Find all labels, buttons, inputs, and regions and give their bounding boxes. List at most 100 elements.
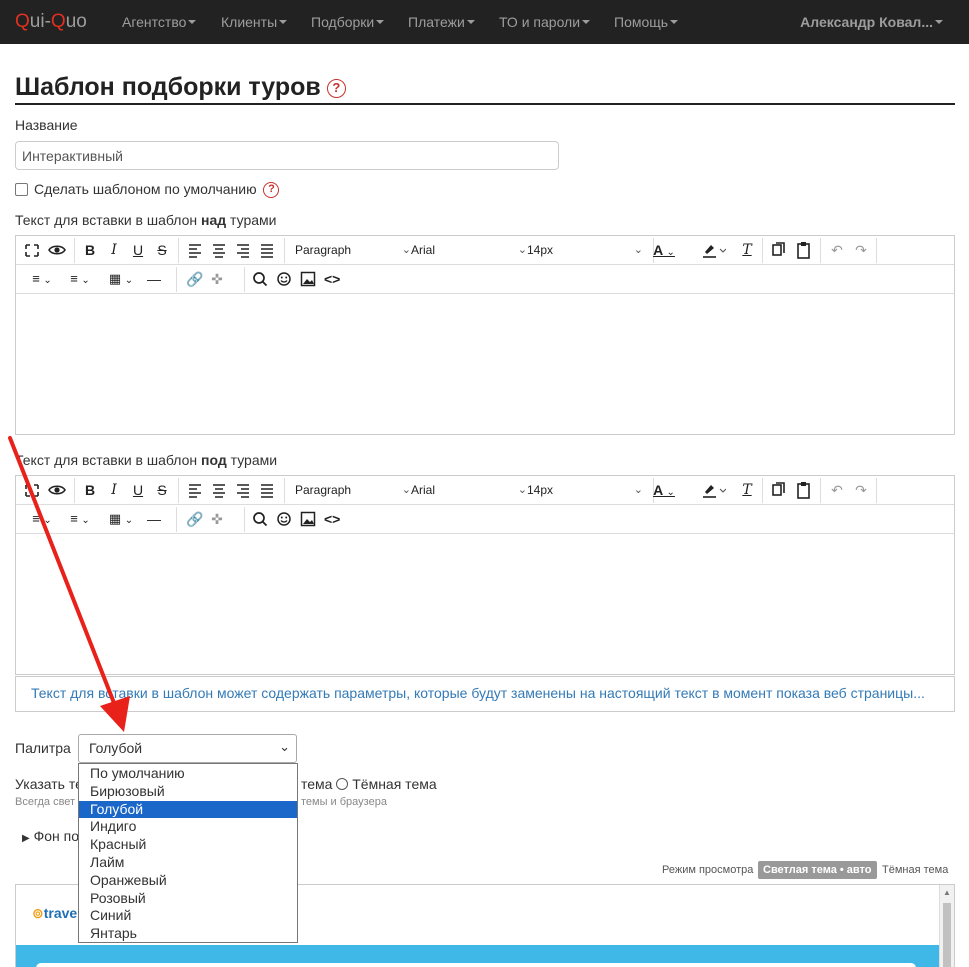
strikethrough-icon[interactable]: S	[155, 481, 169, 499]
unlink-icon[interactable]: ✜	[208, 510, 226, 528]
emoji-icon[interactable]	[276, 270, 292, 288]
font-size-select[interactable]: 14px ⌄	[527, 481, 643, 499]
light-theme-auto-button[interactable]: Светлая тема • авто	[758, 861, 877, 879]
palette-option[interactable]: Индиго	[79, 818, 297, 836]
align-center-icon[interactable]	[212, 241, 226, 259]
preview-icon[interactable]	[48, 241, 66, 259]
italic-icon[interactable]: I	[107, 481, 121, 499]
bullet-list-icon[interactable]: ≡ ⌄	[63, 270, 97, 288]
paste-icon[interactable]	[796, 241, 812, 259]
editor-content-area[interactable]	[16, 294, 954, 434]
default-template-checkbox[interactable]	[15, 183, 28, 196]
palette-option[interactable]: Голубой	[79, 800, 297, 819]
link-icon[interactable]: 🔗	[186, 510, 204, 528]
numbered-list-icon[interactable]: ≡ ⌄	[25, 270, 59, 288]
caret-down-icon	[935, 20, 943, 24]
align-center-icon[interactable]	[212, 481, 226, 499]
text-color-icon[interactable]: A ⌄	[649, 241, 679, 259]
copy-icon[interactable]	[772, 481, 786, 499]
align-right-icon[interactable]	[236, 481, 250, 499]
align-right-icon[interactable]	[236, 241, 250, 259]
editor-content-area[interactable]	[16, 534, 954, 674]
default-template-checkbox-row[interactable]: Сделать шаблоном по умолчанию ?	[15, 181, 280, 199]
font-family-select[interactable]: Arial ⌄	[411, 241, 527, 259]
palette-option[interactable]: Красный	[79, 836, 297, 854]
palette-option[interactable]: Синий	[79, 907, 297, 925]
palette-option[interactable]: Розовый	[79, 890, 297, 908]
help-icon[interactable]: ?	[326, 79, 346, 98]
table-icon[interactable]: ▦ ⌄	[104, 510, 138, 528]
image-icon[interactable]	[300, 270, 316, 288]
palette-select[interactable]: Голубой ⌄	[78, 734, 297, 763]
justify-icon[interactable]	[260, 241, 274, 259]
template-name-input[interactable]	[15, 141, 559, 170]
palette-option[interactable]: Лайм	[79, 854, 297, 872]
emoji-icon[interactable]	[276, 510, 292, 528]
underline-icon[interactable]: U	[131, 481, 145, 499]
link-icon[interactable]: 🔗	[186, 270, 204, 288]
block-format-select[interactable]: Paragraph ⌄	[295, 241, 411, 259]
clear-format-icon[interactable]: T	[740, 481, 754, 499]
highlight-icon[interactable]	[702, 241, 726, 259]
search-icon[interactable]	[252, 510, 268, 528]
dark-theme-radio[interactable]	[336, 778, 349, 790]
strikethrough-icon[interactable]: S	[155, 241, 169, 259]
preview-scrollbar[interactable]: ▲	[939, 885, 954, 967]
nav-agency[interactable]: Агентство	[122, 14, 197, 30]
text-color-icon[interactable]: A ⌄	[649, 481, 679, 499]
scrollbar-thumb[interactable]	[943, 903, 951, 967]
source-code-icon[interactable]: <>	[324, 270, 340, 288]
caret-down-icon	[376, 20, 385, 24]
font-family-select[interactable]: Arial ⌄	[411, 481, 527, 499]
preview-icon[interactable]	[48, 481, 66, 499]
help-icon[interactable]: ?	[263, 182, 280, 199]
nav-clients[interactable]: Клиенты	[221, 14, 288, 30]
clear-format-icon[interactable]: T	[740, 241, 754, 259]
scroll-up-icon[interactable]: ▲	[943, 888, 951, 897]
underline-icon[interactable]: U	[131, 241, 145, 259]
justify-icon[interactable]	[260, 481, 274, 499]
align-left-icon[interactable]	[188, 481, 202, 499]
nav-selections[interactable]: Подборки	[311, 14, 385, 30]
brand-logo[interactable]: Qui-Quo	[15, 11, 87, 33]
palette-option[interactable]: По умолчанию	[79, 765, 297, 783]
palette-option[interactable]: Бирюзовый	[79, 783, 297, 801]
image-icon[interactable]	[300, 510, 316, 528]
unlink-icon[interactable]: ✜	[208, 270, 226, 288]
table-icon[interactable]: ▦ ⌄	[104, 270, 138, 288]
template-params-info[interactable]: Текст для вставки в шаблон может содержа…	[15, 676, 955, 712]
background-toggle[interactable]: ▶ Фон по	[22, 828, 79, 844]
horizontal-line-icon[interactable]: —	[146, 510, 162, 528]
bold-icon[interactable]: B	[83, 481, 97, 499]
copy-icon[interactable]	[772, 241, 786, 259]
align-left-icon[interactable]	[188, 241, 202, 259]
nav-payments[interactable]: Платежи	[408, 14, 475, 30]
undo-icon[interactable]: ↶	[828, 241, 846, 259]
font-size-select[interactable]: 14px ⌄	[527, 241, 643, 259]
block-format-select[interactable]: Paragraph ⌄	[295, 481, 411, 499]
palette-option[interactable]: Оранжевый	[79, 872, 297, 890]
italic-icon[interactable]: I	[107, 241, 121, 259]
nav-help[interactable]: Помощь	[614, 14, 679, 30]
undo-icon[interactable]: ↶	[828, 481, 846, 499]
numbered-list-icon[interactable]: ≡ ⌄	[25, 510, 59, 528]
nav-to-passwords[interactable]: ТО и пароли	[499, 14, 591, 30]
editor-toolbar-row-1: B I U S Paragraph ⌄ Arial ⌄ 14px ⌄ A ⌄ T ↶ …	[16, 236, 954, 265]
paste-icon[interactable]	[796, 481, 812, 499]
highlight-icon[interactable]	[702, 481, 726, 499]
bold-icon[interactable]: B	[83, 241, 97, 259]
fullscreen-icon[interactable]	[24, 481, 40, 499]
palette-option[interactable]: Янтарь	[79, 925, 297, 943]
horizontal-line-icon[interactable]: —	[146, 270, 162, 288]
top-navbar: Qui-Quo Агентство Клиенты Подборки Плате…	[0, 0, 969, 44]
redo-icon[interactable]: ↷	[852, 241, 870, 259]
bullet-list-icon[interactable]: ≡ ⌄	[63, 510, 97, 528]
triangle-right-icon: ▶	[22, 833, 30, 844]
redo-icon[interactable]: ↷	[852, 481, 870, 499]
search-icon[interactable]	[252, 270, 268, 288]
dark-theme-button[interactable]: Тёмная тема	[877, 861, 953, 879]
editor-toolbar-row-1: B I U S Paragraph ⌄ Arial ⌄ 14px ⌄ A ⌄ T ↶ …	[16, 476, 954, 505]
source-code-icon[interactable]: <>	[324, 510, 340, 528]
user-menu[interactable]: Александр Ковал...	[800, 14, 943, 30]
fullscreen-icon[interactable]	[24, 241, 40, 259]
